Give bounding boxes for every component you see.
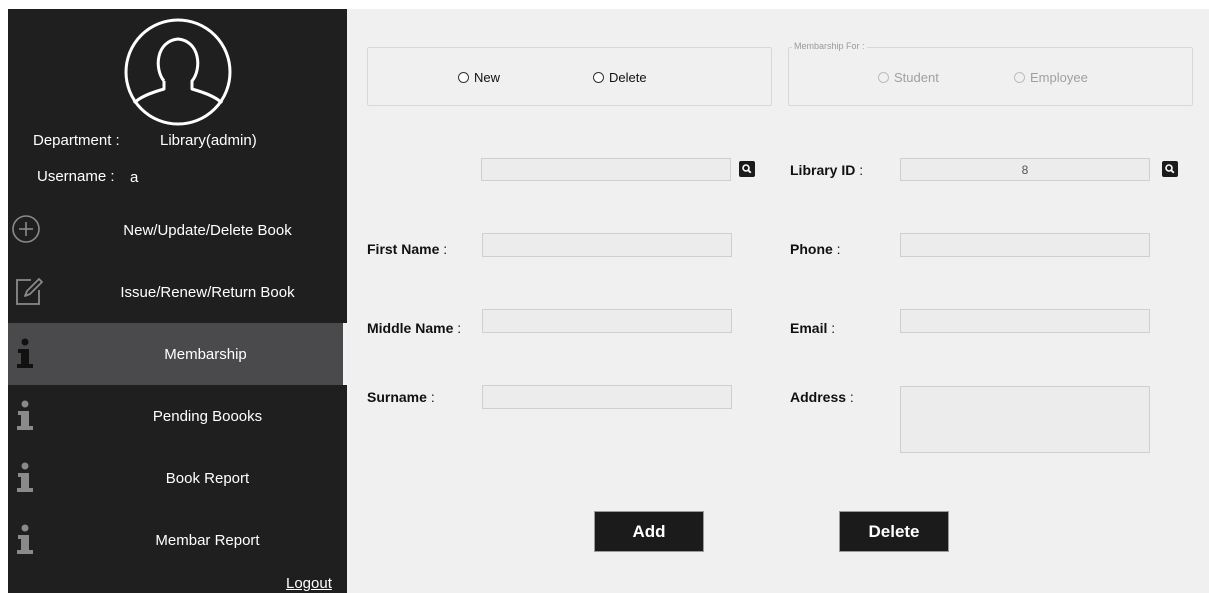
- nav-book-report[interactable]: Book Report: [8, 447, 347, 509]
- middle-name-label: Middle Name :: [367, 320, 462, 336]
- action-group: New Delete: [367, 47, 772, 106]
- info-icon: [17, 400, 33, 430]
- address-input[interactable]: [900, 386, 1150, 453]
- membership-form: New Delete Membarship For : Student Empl…: [347, 9, 1209, 593]
- email-label: Email :: [790, 320, 836, 336]
- radio-circle: [593, 72, 604, 83]
- library-id-label: Library ID :: [790, 162, 864, 178]
- employee-radio[interactable]: Employee: [1014, 70, 1088, 85]
- first-name-label: First Name :: [367, 241, 448, 257]
- address-label: Address :: [790, 389, 854, 405]
- employee-radio-label: Employee: [1030, 70, 1088, 85]
- nav-label: Issue/Renew/Return Book: [120, 283, 295, 301]
- radio-circle: [878, 72, 889, 83]
- nav-label: Pending Boooks: [152, 407, 263, 425]
- middle-name-input[interactable]: [482, 309, 732, 333]
- info-icon: [17, 462, 33, 492]
- nav-membar-report[interactable]: Membar Report: [8, 509, 347, 571]
- delete-button[interactable]: Delete: [840, 512, 948, 551]
- plus-circle-icon: [12, 215, 40, 243]
- new-radio[interactable]: New: [458, 70, 500, 85]
- username-value: a: [130, 169, 139, 186]
- new-radio-label: New: [474, 70, 501, 85]
- search-input[interactable]: [481, 158, 731, 181]
- department-value: Library(admin): [160, 132, 257, 149]
- department-label: Department :: [33, 132, 120, 149]
- user-avatar-icon: [124, 18, 232, 126]
- edit-icon: [16, 278, 43, 305]
- search-icon: [742, 164, 752, 174]
- add-button[interactable]: Add: [595, 512, 703, 551]
- nav-label: New/Update/Delete Book: [123, 221, 292, 239]
- search-icon: [1165, 164, 1175, 174]
- radio-circle: [1014, 72, 1025, 83]
- nav-label: Book Report: [165, 469, 250, 487]
- phone-input[interactable]: [900, 233, 1150, 257]
- logout-link[interactable]: Logout: [286, 575, 332, 592]
- info-icon: [17, 524, 33, 554]
- membership-for-group: Membarship For : Student Employee: [788, 41, 1193, 106]
- delete-radio-label: Delete: [609, 70, 647, 85]
- surname-input[interactable]: [482, 385, 732, 409]
- first-name-input[interactable]: [482, 233, 732, 257]
- nav-label: Membarship: [164, 345, 247, 363]
- surname-label: Surname :: [367, 389, 435, 405]
- search-button[interactable]: [739, 161, 755, 177]
- nav-new-update-delete-book[interactable]: New/Update/Delete Book: [8, 199, 347, 261]
- nav-pending-boooks[interactable]: Pending Boooks: [8, 385, 347, 447]
- nav-issue-renew-return-book[interactable]: Issue/Renew/Return Book: [8, 261, 347, 323]
- username-label: Username :: [37, 168, 115, 185]
- library-id-input[interactable]: [900, 158, 1150, 181]
- phone-label: Phone :: [790, 241, 841, 257]
- delete-radio[interactable]: Delete: [593, 70, 647, 85]
- library-id-search-button[interactable]: [1162, 161, 1178, 177]
- sidebar: Department : Library(admin) Username : a…: [8, 9, 347, 593]
- radio-circle: [458, 72, 469, 83]
- nav-membarship[interactable]: Membarship: [8, 323, 343, 385]
- student-radio[interactable]: Student: [878, 70, 939, 85]
- email-input[interactable]: [900, 309, 1150, 333]
- student-radio-label: Student: [894, 70, 939, 85]
- info-icon: [17, 338, 33, 368]
- nav-label: Membar Report: [155, 531, 260, 549]
- membership-for-legend: Membarship For :: [792, 41, 867, 51]
